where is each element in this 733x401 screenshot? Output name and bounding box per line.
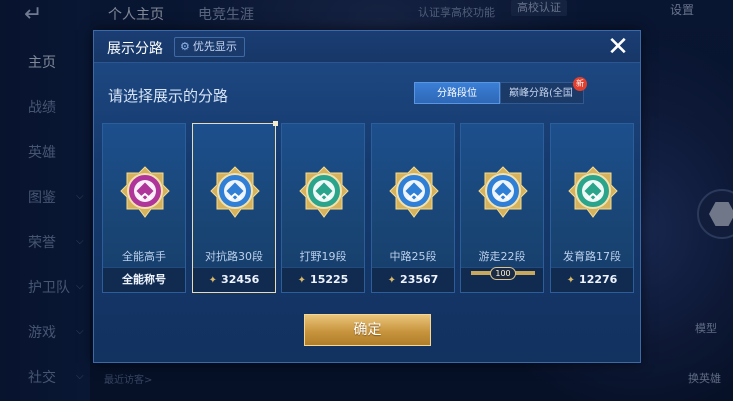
modal-subtitle: 请选择展示的分路: [108, 87, 229, 105]
power-wing-icon: ✦: [297, 275, 307, 286]
lane-card-name: 游走22段: [478, 250, 526, 263]
lane-card-list: 全能高手 全能称号 对抗路30段 ✦ 32456 打野19段 ✦ 15225 中路25段 ✦ 235…: [102, 121, 634, 293]
tab-peak-lane[interactable]: 巅峰分路(全国 新: [500, 77, 587, 104]
lane-card-name: 全能高手: [122, 250, 166, 263]
lane-emblem-icon: [299, 166, 349, 218]
honor-plate-badge: 100: [490, 267, 516, 280]
lane-card-footer: ✦ 12276: [551, 267, 633, 292]
honor-wing-right: [515, 271, 535, 275]
power-wing-icon: ✦: [566, 275, 576, 286]
lane-card-name: 发育路17段: [563, 250, 621, 263]
lane-emblem-icon: [120, 166, 170, 218]
power-wing-icon: ✦: [387, 275, 397, 286]
modal-title: 展示分路: [107, 41, 163, 57]
power-wing-icon: ✦: [208, 275, 218, 286]
lane-card[interactable]: 中路25段 ✦ 23567: [371, 123, 455, 293]
lane-card-value: 23567: [400, 273, 439, 286]
new-badge: 新: [573, 77, 587, 91]
lane-card-footer: ✦ 15225: [282, 267, 364, 292]
lane-card-footer: ✦ 23567: [372, 267, 454, 292]
lane-tab-group: 分路段位 巅峰分路(全国 新: [414, 77, 587, 104]
confirm-button[interactable]: 确定: [304, 314, 431, 346]
priority-label: 优先显示: [192, 40, 237, 53]
lane-card-value: 12276: [579, 273, 618, 286]
lane-emblem-icon: [210, 166, 260, 218]
gear-icon: ⚙: [180, 40, 190, 53]
lane-card[interactable]: 打野19段 ✦ 15225: [281, 123, 365, 293]
tab-lane-rank[interactable]: 分路段位: [414, 82, 500, 104]
tab-peak-lane-label: 巅峰分路(全国: [509, 88, 573, 99]
selected-corner-marker: [273, 121, 278, 126]
lane-card[interactable]: 游走22段 100: [460, 123, 544, 293]
lane-card-footer: ✦ 32456: [193, 267, 275, 292]
lane-card-name: 对抗路30段: [205, 250, 263, 263]
lane-emblem-icon: [478, 166, 528, 218]
lane-emblem-icon: [568, 166, 618, 218]
close-button[interactable]: ✕: [604, 33, 632, 61]
honor-wing-left: [471, 271, 491, 275]
lane-card-value: 15225: [310, 273, 349, 286]
lane-card-value: 32456: [221, 273, 260, 286]
lane-card-name: 打野19段: [299, 250, 347, 263]
lane-emblem-icon: [389, 166, 439, 218]
lane-card[interactable]: 发育路17段 ✦ 12276: [550, 123, 634, 293]
lane-card-footer: 全能称号: [103, 267, 185, 292]
lane-card-value: 全能称号: [122, 273, 166, 286]
lane-card[interactable]: 对抗路30段 ✦ 32456: [192, 121, 278, 293]
lane-card-name: 中路25段: [389, 250, 437, 263]
lane-card[interactable]: 全能高手 全能称号: [102, 123, 186, 293]
priority-display-tag[interactable]: ⚙ 优先显示: [174, 37, 245, 57]
lane-display-modal: 展示分路 ⚙ 优先显示 ✕ 请选择展示的分路 分路段位 巅峰分路(全国 新 全能高…: [93, 30, 641, 363]
modal-header: 展示分路 ⚙ 优先显示 ✕: [94, 31, 640, 63]
